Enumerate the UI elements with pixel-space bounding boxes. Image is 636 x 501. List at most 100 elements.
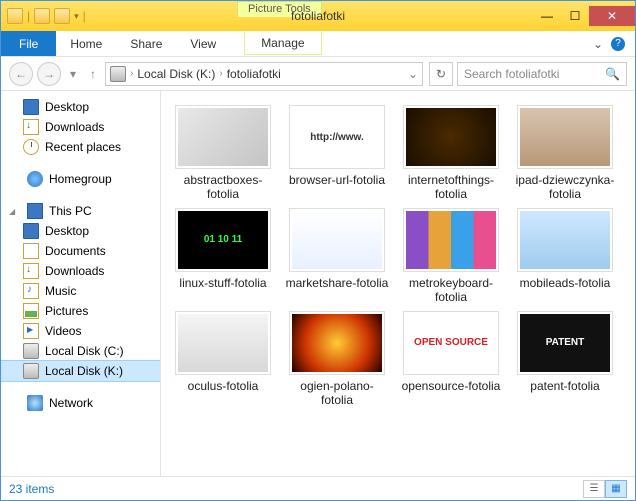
- sidebar-item-label: Videos: [45, 324, 81, 338]
- ribbon-tabs: File Home Share View Manage ⌄ ?: [1, 31, 635, 57]
- tab-share[interactable]: Share: [116, 37, 176, 51]
- sidebar-item-label: Local Disk (C:): [45, 344, 124, 358]
- help-icon[interactable]: ?: [611, 37, 625, 51]
- file-item[interactable]: http://www. browser-url-fotolia: [283, 105, 391, 202]
- doc-icon: [23, 243, 39, 259]
- sidebar-item-pictures[interactable]: Pictures: [1, 301, 160, 321]
- desktop-icon: [23, 223, 39, 239]
- sidebar-item-videos[interactable]: Videos: [1, 321, 160, 341]
- forward-button[interactable]: →: [37, 62, 61, 86]
- sidebar-item-local-disk-c-[interactable]: Local Disk (C:): [1, 341, 160, 361]
- file-pane[interactable]: abstractboxes-fotolia http://www. browse…: [161, 91, 635, 476]
- app-icon: [7, 8, 23, 24]
- tab-home[interactable]: Home: [56, 37, 116, 51]
- tab-manage[interactable]: Manage: [244, 32, 321, 55]
- file-name: abstractboxes-fotolia: [171, 173, 275, 202]
- breadcrumb-segment[interactable]: fotoliafotki: [227, 67, 281, 81]
- file-item[interactable]: abstractboxes-fotolia: [169, 105, 277, 202]
- sidebar-item-label: Desktop: [45, 224, 89, 238]
- drive-icon: [110, 66, 126, 82]
- refresh-button[interactable]: ↻: [429, 62, 453, 86]
- chevron-right-icon[interactable]: ›: [130, 68, 133, 79]
- file-item[interactable]: ipad-dziewczynka-fotolia: [511, 105, 619, 202]
- sidebar-item-documents[interactable]: Documents: [1, 241, 160, 261]
- search-icon[interactable]: 🔍: [605, 67, 620, 81]
- file-thumbnail: [175, 105, 271, 169]
- breadcrumb-segment[interactable]: Local Disk (K:): [137, 67, 215, 81]
- sidebar-item-label: Downloads: [45, 120, 104, 134]
- file-thumbnail: OPEN SOURCE: [403, 311, 499, 375]
- qat-dropdown-icon[interactable]: ▾: [74, 11, 79, 22]
- ribbon-expand-icon[interactable]: ⌄: [593, 37, 603, 51]
- sidebar-item-label: Documents: [45, 244, 106, 258]
- file-name: oculus-fotolia: [188, 379, 259, 393]
- qat-properties-icon[interactable]: [34, 8, 50, 24]
- details-view-button[interactable]: ☰: [583, 480, 605, 498]
- network-icon: [27, 395, 43, 411]
- sidebar-item-label: Desktop: [45, 100, 89, 114]
- file-item[interactable]: marketshare-fotolia: [283, 208, 391, 305]
- homegroup-icon: [27, 171, 43, 187]
- window-buttons: — ☐ ✕: [533, 6, 635, 26]
- sidebar-item-label: Network: [49, 396, 93, 410]
- thumbnails-view-button[interactable]: ▦: [605, 480, 627, 498]
- sidebar-homegroup[interactable]: Homegroup: [1, 169, 160, 189]
- sidebar-item-downloads[interactable]: Downloads: [1, 117, 160, 137]
- file-item[interactable]: OPEN SOURCE opensource-fotolia: [397, 311, 505, 408]
- minimize-button[interactable]: —: [533, 6, 561, 26]
- file-item[interactable]: internetofthings-fotolia: [397, 105, 505, 202]
- file-thumbnail: http://www.: [289, 105, 385, 169]
- pic-icon: [23, 303, 39, 319]
- file-tab[interactable]: File: [1, 31, 56, 56]
- file-item[interactable]: ogien-polano-fotolia: [283, 311, 391, 408]
- qat-sep: |: [83, 9, 86, 23]
- sidebar-item-local-disk-k-[interactable]: Local Disk (K:): [1, 361, 160, 381]
- sidebar-item-recent places[interactable]: Recent places: [1, 137, 160, 157]
- history-dropdown-icon[interactable]: ▾: [65, 62, 81, 86]
- file-item[interactable]: mobileads-fotolia: [511, 208, 619, 305]
- file-thumbnail: [517, 208, 613, 272]
- pc-icon: [27, 203, 43, 219]
- sidebar-item-downloads[interactable]: Downloads: [1, 261, 160, 281]
- file-item[interactable]: 01 10 11 linux-stuff-fotolia: [169, 208, 277, 305]
- file-item[interactable]: metrokeyboard-fotolia: [397, 208, 505, 305]
- file-thumbnail: [289, 208, 385, 272]
- qat-newfolder-icon[interactable]: [54, 8, 70, 24]
- desktop-icon: [23, 99, 39, 115]
- up-button[interactable]: ↑: [85, 62, 101, 86]
- file-name: linux-stuff-fotolia: [179, 276, 266, 290]
- status-bar: 23 items ☰ ▦: [1, 476, 635, 500]
- sidebar-item-label: Pictures: [45, 304, 88, 318]
- file-name: ipad-dziewczynka-fotolia: [513, 173, 617, 202]
- back-button[interactable]: ←: [9, 62, 33, 86]
- sidebar-item-label: This PC: [49, 204, 92, 218]
- file-thumbnail: [403, 105, 499, 169]
- tab-view[interactable]: View: [176, 37, 230, 51]
- file-name: internetofthings-fotolia: [399, 173, 503, 202]
- sidebar-network[interactable]: Network: [1, 393, 160, 413]
- sidebar-item-desktop[interactable]: Desktop: [1, 97, 160, 117]
- navigation-pane: Desktop Downloads Recent places Homegrou…: [1, 91, 161, 476]
- file-name: opensource-fotolia: [402, 379, 501, 393]
- file-item[interactable]: oculus-fotolia: [169, 311, 277, 408]
- breadcrumb-dropdown-icon[interactable]: ⌄: [408, 67, 418, 81]
- sidebar-item-music[interactable]: Music: [1, 281, 160, 301]
- chevron-right-icon[interactable]: ›: [219, 68, 222, 79]
- close-button[interactable]: ✕: [589, 6, 635, 26]
- sidebar-item-desktop[interactable]: Desktop: [1, 221, 160, 241]
- file-thumbnail: 01 10 11: [175, 208, 271, 272]
- sidebar-item-label: Music: [45, 284, 76, 298]
- maximize-button[interactable]: ☐: [561, 6, 589, 26]
- search-input[interactable]: Search fotoliafotki 🔍: [457, 62, 627, 86]
- file-item[interactable]: PATENT patent-fotolia: [511, 311, 619, 408]
- breadcrumb[interactable]: › Local Disk (K:) › fotoliafotki ⌄: [105, 62, 423, 86]
- sidebar-this-pc[interactable]: This PC: [1, 201, 160, 221]
- file-thumbnail: PATENT: [517, 311, 613, 375]
- file-thumbnail: [175, 311, 271, 375]
- sidebar-item-label: Local Disk (K:): [45, 364, 123, 378]
- file-name: patent-fotolia: [530, 379, 599, 393]
- file-name: metrokeyboard-fotolia: [399, 276, 503, 305]
- file-thumbnail: [289, 311, 385, 375]
- file-thumbnail: [403, 208, 499, 272]
- window-title: fotoliafotki: [291, 9, 345, 23]
